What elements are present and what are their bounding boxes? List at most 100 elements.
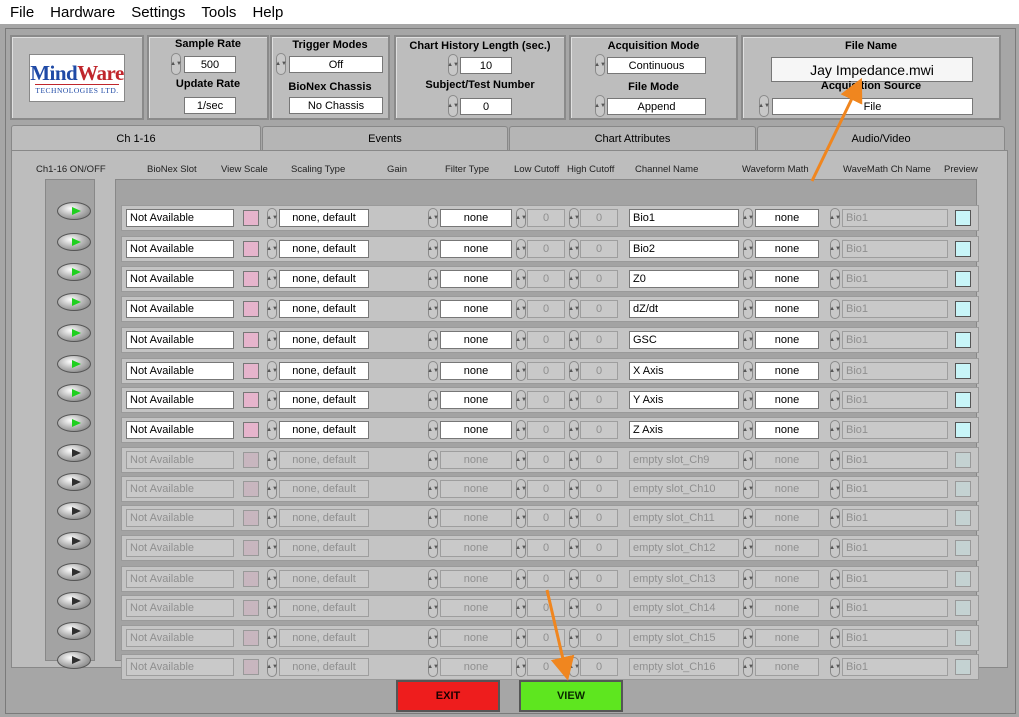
bionex-slot-field[interactable]: Not Available bbox=[126, 391, 234, 409]
channel-onoff-toggle[interactable] bbox=[57, 355, 91, 373]
wavemath-ch-name-field[interactable]: Bio1 bbox=[842, 391, 948, 409]
filter-type-spinner[interactable]: ▲▼ bbox=[427, 569, 439, 589]
filter-type-field[interactable]: none bbox=[440, 391, 512, 409]
high-cutoff-spinner[interactable]: ▲▼ bbox=[568, 538, 580, 558]
wavemath-ch-spinner[interactable]: ▲▼ bbox=[829, 508, 841, 528]
low-cutoff-spinner[interactable]: ▲▼ bbox=[515, 330, 527, 350]
chart-history-field[interactable]: 10 bbox=[460, 57, 512, 74]
file-mode-spinner[interactable]: ▲▼ bbox=[594, 95, 606, 117]
low-cutoff-field[interactable]: 0 bbox=[527, 451, 565, 469]
scaling-type-field[interactable]: none, default bbox=[279, 362, 369, 380]
high-cutoff-field[interactable]: 0 bbox=[580, 300, 618, 318]
scaling-type-spinner[interactable]: ▲▼ bbox=[266, 569, 278, 589]
wavemath-ch-spinner[interactable]: ▲▼ bbox=[829, 299, 841, 319]
waveform-math-spinner[interactable]: ▲▼ bbox=[742, 628, 754, 648]
filter-type-field[interactable]: none bbox=[440, 480, 512, 498]
wavemath-ch-name-field[interactable]: Bio1 bbox=[842, 300, 948, 318]
waveform-math-field[interactable]: none bbox=[755, 570, 819, 588]
low-cutoff-spinner[interactable]: ▲▼ bbox=[515, 420, 527, 440]
bionex-slot-field[interactable]: Not Available bbox=[126, 539, 234, 557]
high-cutoff-spinner[interactable]: ▲▼ bbox=[568, 657, 580, 677]
menu-hardware[interactable]: Hardware bbox=[42, 4, 123, 21]
low-cutoff-spinner[interactable]: ▲▼ bbox=[515, 657, 527, 677]
waveform-math-spinner[interactable]: ▲▼ bbox=[742, 657, 754, 677]
trigger-modes-field[interactable]: Off bbox=[289, 56, 383, 73]
view-scale-swatch[interactable] bbox=[243, 210, 259, 226]
wavemath-ch-spinner[interactable]: ▲▼ bbox=[829, 390, 841, 410]
scaling-type-field[interactable]: none, default bbox=[279, 480, 369, 498]
preview-checkbox[interactable] bbox=[955, 540, 971, 556]
bionex-slot-field[interactable]: Not Available bbox=[126, 599, 234, 617]
waveform-math-spinner[interactable]: ▲▼ bbox=[742, 479, 754, 499]
low-cutoff-spinner[interactable]: ▲▼ bbox=[515, 628, 527, 648]
low-cutoff-field[interactable]: 0 bbox=[527, 480, 565, 498]
preview-checkbox[interactable] bbox=[955, 392, 971, 408]
filter-type-spinner[interactable]: ▲▼ bbox=[427, 299, 439, 319]
scaling-type-field[interactable]: none, default bbox=[279, 331, 369, 349]
bionex-slot-field[interactable]: Not Available bbox=[126, 658, 234, 676]
filter-type-spinner[interactable]: ▲▼ bbox=[427, 598, 439, 618]
waveform-math-field[interactable]: none bbox=[755, 629, 819, 647]
file-name-field[interactable]: Jay Impedance.mwi bbox=[771, 57, 973, 82]
preview-checkbox[interactable] bbox=[955, 332, 971, 348]
scaling-type-field[interactable]: none, default bbox=[279, 209, 369, 227]
wavemath-ch-spinner[interactable]: ▲▼ bbox=[829, 269, 841, 289]
scaling-type-spinner[interactable]: ▲▼ bbox=[266, 269, 278, 289]
view-scale-swatch[interactable] bbox=[243, 481, 259, 497]
waveform-math-spinner[interactable]: ▲▼ bbox=[742, 450, 754, 470]
high-cutoff-field[interactable]: 0 bbox=[580, 480, 618, 498]
low-cutoff-field[interactable]: 0 bbox=[527, 209, 565, 227]
low-cutoff-field[interactable]: 0 bbox=[527, 331, 565, 349]
high-cutoff-spinner[interactable]: ▲▼ bbox=[568, 299, 580, 319]
filter-type-spinner[interactable]: ▲▼ bbox=[427, 508, 439, 528]
filter-type-field[interactable]: none bbox=[440, 270, 512, 288]
bionex-slot-field[interactable]: Not Available bbox=[126, 240, 234, 258]
bionex-slot-field[interactable]: Not Available bbox=[126, 629, 234, 647]
channel-onoff-toggle[interactable] bbox=[57, 532, 91, 550]
filter-type-spinner[interactable]: ▲▼ bbox=[427, 390, 439, 410]
low-cutoff-field[interactable]: 0 bbox=[527, 300, 565, 318]
high-cutoff-spinner[interactable]: ▲▼ bbox=[568, 208, 580, 228]
bionex-slot-field[interactable]: Not Available bbox=[126, 270, 234, 288]
waveform-math-field[interactable]: none bbox=[755, 362, 819, 380]
filter-type-spinner[interactable]: ▲▼ bbox=[427, 538, 439, 558]
tab-events[interactable]: Events bbox=[262, 126, 508, 150]
preview-checkbox[interactable] bbox=[955, 422, 971, 438]
high-cutoff-field[interactable]: 0 bbox=[580, 209, 618, 227]
menu-settings[interactable]: Settings bbox=[123, 4, 193, 21]
filter-type-field[interactable]: none bbox=[440, 451, 512, 469]
low-cutoff-spinner[interactable]: ▲▼ bbox=[515, 479, 527, 499]
channel-name-field[interactable]: Z Axis bbox=[629, 421, 739, 439]
wavemath-ch-name-field[interactable]: Bio1 bbox=[842, 209, 948, 227]
high-cutoff-field[interactable]: 0 bbox=[580, 362, 618, 380]
channel-name-field[interactable]: X Axis bbox=[629, 362, 739, 380]
low-cutoff-spinner[interactable]: ▲▼ bbox=[515, 208, 527, 228]
scaling-type-field[interactable]: none, default bbox=[279, 658, 369, 676]
waveform-math-field[interactable]: none bbox=[755, 300, 819, 318]
channel-onoff-toggle[interactable] bbox=[57, 473, 91, 491]
preview-checkbox[interactable] bbox=[955, 481, 971, 497]
preview-checkbox[interactable] bbox=[955, 210, 971, 226]
waveform-math-field[interactable]: none bbox=[755, 599, 819, 617]
filter-type-spinner[interactable]: ▲▼ bbox=[427, 479, 439, 499]
waveform-math-spinner[interactable]: ▲▼ bbox=[742, 420, 754, 440]
preview-checkbox[interactable] bbox=[955, 630, 971, 646]
scaling-type-spinner[interactable]: ▲▼ bbox=[266, 208, 278, 228]
channel-onoff-toggle[interactable] bbox=[57, 414, 91, 432]
bionex-slot-field[interactable]: Not Available bbox=[126, 570, 234, 588]
channel-name-field[interactable]: Z0 bbox=[629, 270, 739, 288]
channel-name-field[interactable]: empty slot_Ch11 bbox=[629, 509, 739, 527]
filter-type-spinner[interactable]: ▲▼ bbox=[427, 628, 439, 648]
low-cutoff-field[interactable]: 0 bbox=[527, 570, 565, 588]
wavemath-ch-name-field[interactable]: Bio1 bbox=[842, 570, 948, 588]
view-scale-swatch[interactable] bbox=[243, 332, 259, 348]
channel-name-field[interactable]: empty slot_Ch15 bbox=[629, 629, 739, 647]
filter-type-field[interactable]: none bbox=[440, 539, 512, 557]
filter-type-field[interactable]: none bbox=[440, 509, 512, 527]
subject-test-spinner[interactable]: ▲▼ bbox=[447, 95, 459, 117]
high-cutoff-spinner[interactable]: ▲▼ bbox=[568, 450, 580, 470]
channel-name-field[interactable]: empty slot_Ch9 bbox=[629, 451, 739, 469]
subject-test-field[interactable]: 0 bbox=[460, 98, 512, 115]
view-scale-swatch[interactable] bbox=[243, 630, 259, 646]
bionex-slot-field[interactable]: Not Available bbox=[126, 509, 234, 527]
